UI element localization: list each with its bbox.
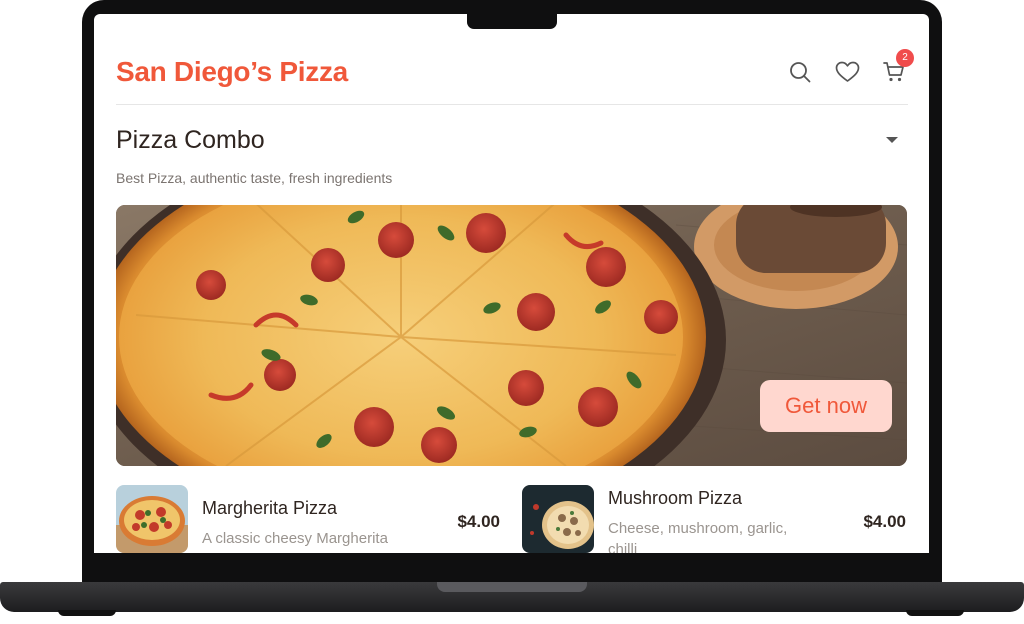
product-price: $4.00 — [457, 512, 500, 531]
product-price: $4.00 — [863, 512, 906, 531]
hero-banner[interactable]: Get now — [116, 205, 907, 466]
search-button[interactable] — [786, 58, 814, 86]
section-dropdown[interactable] — [882, 132, 902, 148]
laptop-foot-left — [58, 610, 116, 616]
product-description: Cheese, mushroom, garlic, chilli — [608, 520, 788, 553]
caret-down-icon — [886, 137, 898, 143]
favorites-button[interactable] — [833, 58, 861, 86]
search-icon — [790, 62, 811, 83]
pizza-thumbnail-image — [522, 485, 594, 553]
brand-title[interactable]: San Diego’s Pizza — [116, 56, 348, 88]
laptop-opening-notch — [437, 582, 587, 592]
camera-notch — [467, 14, 557, 29]
product-name: Margherita Pizza — [202, 498, 338, 518]
laptop-frame: San Diego’s Pizza 2 Pizza Combo Best Piz… — [0, 0, 1024, 624]
product-card-margherita[interactable]: Margherita Pizza A classic cheesy Marghe… — [116, 485, 506, 553]
heart-icon — [835, 61, 859, 82]
app-page: San Diego’s Pizza 2 Pizza Combo Best Piz… — [94, 14, 929, 553]
section-title: Pizza Combo — [116, 126, 265, 154]
product-name: Mushroom Pizza — [608, 488, 743, 508]
product-card-mushroom[interactable]: Mushroom Pizza Cheese, mushroom, garlic,… — [522, 485, 912, 553]
pizza-thumbnail-image — [116, 485, 188, 553]
product-description: A classic cheesy Margherita — [202, 530, 388, 547]
mushroom-thumbnail — [522, 485, 594, 553]
cart-count-badge: 2 — [896, 49, 914, 67]
get-now-button[interactable]: Get now — [760, 380, 892, 432]
section-subtitle: Best Pizza, authentic taste, fresh ingre… — [116, 170, 393, 186]
screen: San Diego’s Pizza 2 Pizza Combo Best Piz… — [94, 14, 929, 553]
margherita-thumbnail — [116, 485, 188, 553]
laptop-foot-right — [906, 610, 964, 616]
top-bar: San Diego’s Pizza 2 — [116, 49, 914, 105]
